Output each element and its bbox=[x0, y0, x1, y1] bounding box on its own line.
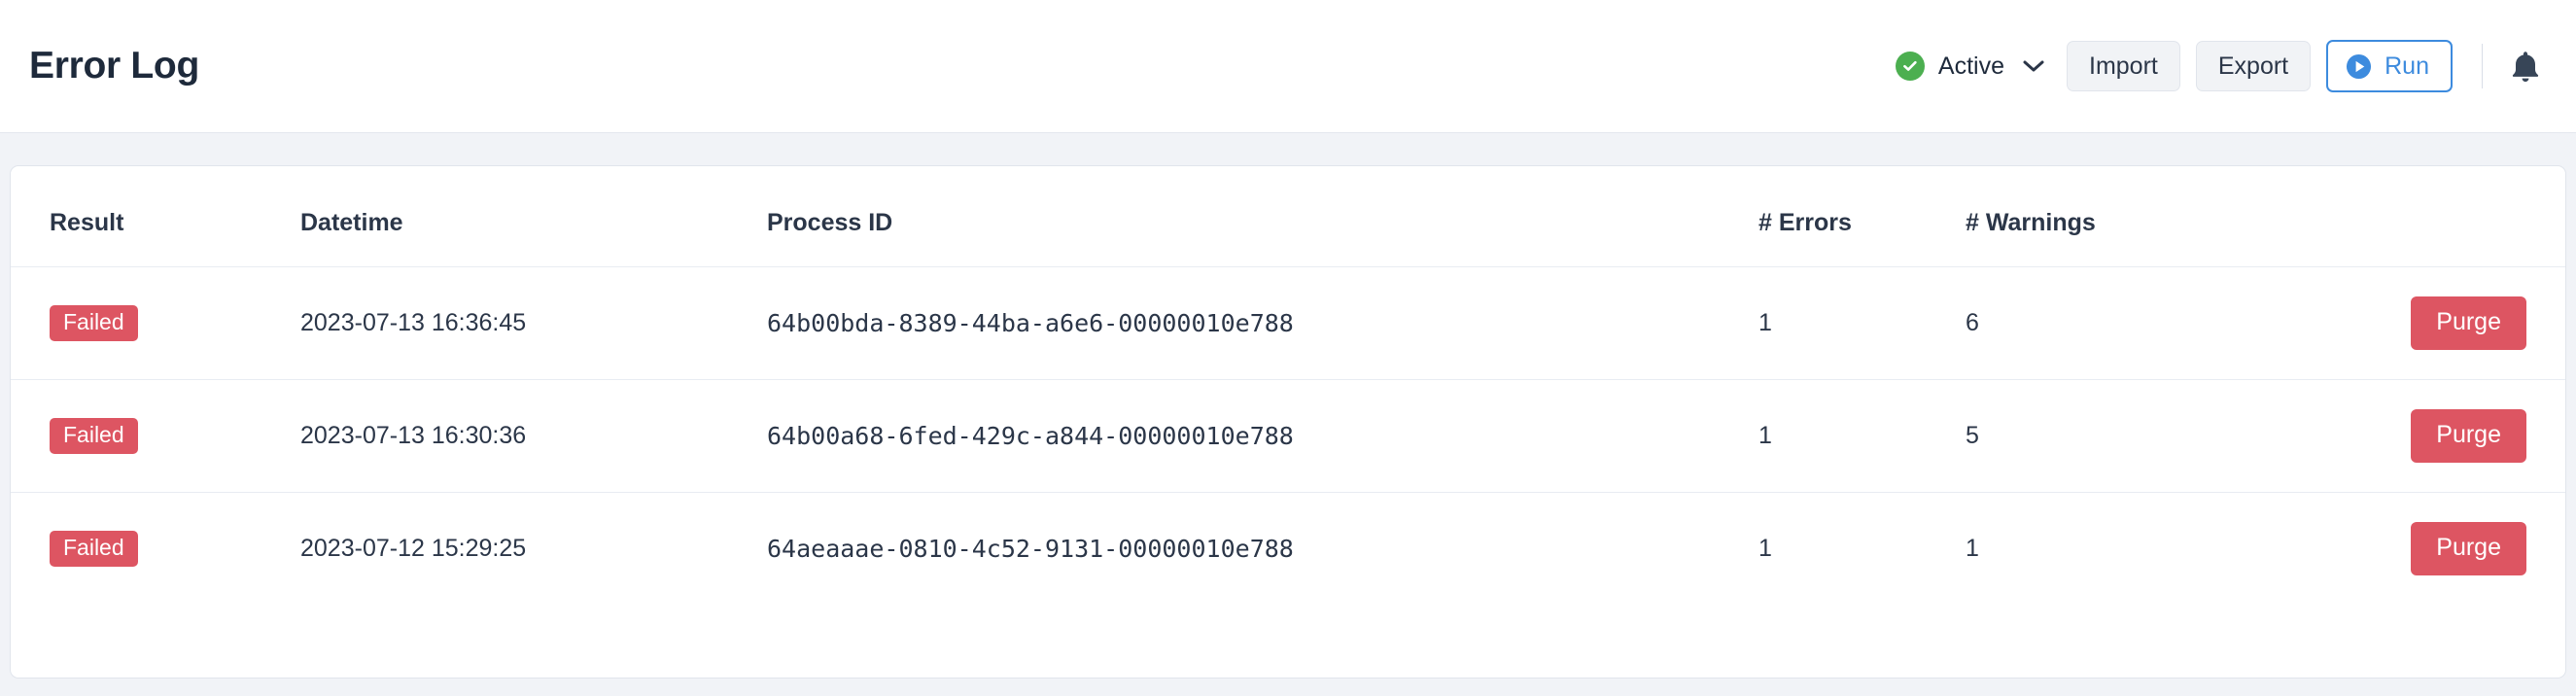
column-header-process-id: Process ID bbox=[767, 209, 893, 236]
table-body: Failed 2023-07-13 16:36:45 64b00bda-8389… bbox=[11, 266, 2565, 605]
column-header-datetime: Datetime bbox=[300, 209, 403, 236]
cell-errors: 1 bbox=[1758, 492, 1966, 605]
column-header-warnings: # Warnings bbox=[1966, 209, 2096, 236]
run-button-label: Run bbox=[2385, 52, 2429, 80]
cell-datetime: 2023-07-12 15:29:25 bbox=[300, 492, 767, 605]
cell-datetime: 2023-07-13 16:36:45 bbox=[300, 266, 767, 380]
table-row[interactable]: Failed 2023-07-12 15:29:25 64aeaaae-0810… bbox=[11, 492, 2565, 605]
cell-warnings: 1 bbox=[1966, 492, 2345, 605]
check-circle-icon bbox=[1895, 52, 1925, 81]
status-badge: Failed bbox=[50, 418, 138, 454]
cell-actions: Purge bbox=[2345, 379, 2565, 493]
export-button[interactable]: Export bbox=[2195, 41, 2312, 91]
bell-icon bbox=[2512, 52, 2539, 82]
table-header: Result Datetime Process ID # Errors # Wa… bbox=[11, 166, 2565, 267]
import-button[interactable]: Import bbox=[2067, 41, 2180, 91]
header-toolbar: Active Import Export Run bbox=[1895, 40, 2541, 92]
toolbar-divider bbox=[2482, 44, 2483, 88]
cell-process-id: 64aeaaae-0810-4c52-9131-00000010e788 bbox=[767, 492, 1758, 605]
cell-result: Failed bbox=[11, 379, 300, 493]
play-circle-icon bbox=[2347, 53, 2372, 79]
cell-datetime: 2023-07-13 16:30:36 bbox=[300, 379, 767, 493]
column-header-result: Result bbox=[50, 209, 124, 236]
cell-process-id: 64b00bda-8389-44ba-a6e6-00000010e788 bbox=[767, 266, 1758, 380]
cell-actions: Purge bbox=[2345, 266, 2565, 380]
notifications-button[interactable] bbox=[2510, 49, 2541, 84]
error-log-card: Result Datetime Process ID # Errors # Wa… bbox=[10, 165, 2566, 679]
run-button[interactable]: Run bbox=[2326, 40, 2453, 92]
purge-button[interactable]: Purge bbox=[2411, 296, 2526, 350]
cell-errors: 1 bbox=[1758, 379, 1966, 493]
cell-process-id: 64b00a68-6fed-429c-a844-00000010e788 bbox=[767, 379, 1758, 493]
column-header-actions bbox=[2345, 166, 2565, 267]
table-row[interactable]: Failed 2023-07-13 16:30:36 64b00a68-6fed… bbox=[11, 379, 2565, 493]
purge-button[interactable]: Purge bbox=[2411, 522, 2526, 575]
status-badge: Failed bbox=[50, 305, 138, 341]
column-header-errors: # Errors bbox=[1758, 209, 1852, 236]
cell-warnings: 6 bbox=[1966, 266, 2345, 380]
app-header: Error Log Active Import Export Run bbox=[0, 0, 2576, 133]
content-area: Result Datetime Process ID # Errors # Wa… bbox=[0, 133, 2576, 679]
cell-result: Failed bbox=[11, 266, 300, 380]
cell-errors: 1 bbox=[1758, 266, 1966, 380]
status-badge: Failed bbox=[50, 531, 138, 567]
table-row[interactable]: Failed 2023-07-13 16:36:45 64b00bda-8389… bbox=[11, 266, 2565, 380]
cell-result: Failed bbox=[11, 492, 300, 605]
error-log-table: Result Datetime Process ID # Errors # Wa… bbox=[11, 166, 2565, 605]
page-title: Error Log bbox=[29, 45, 199, 87]
chevron-down-icon[interactable] bbox=[2022, 58, 2045, 74]
purge-button[interactable]: Purge bbox=[2411, 409, 2526, 463]
status-label: Active bbox=[1937, 52, 2004, 80]
status-dropdown[interactable]: Active bbox=[1895, 52, 2045, 81]
cell-actions: Purge bbox=[2345, 492, 2565, 605]
table-header-row: Result Datetime Process ID # Errors # Wa… bbox=[11, 166, 2565, 267]
cell-warnings: 5 bbox=[1966, 379, 2345, 493]
